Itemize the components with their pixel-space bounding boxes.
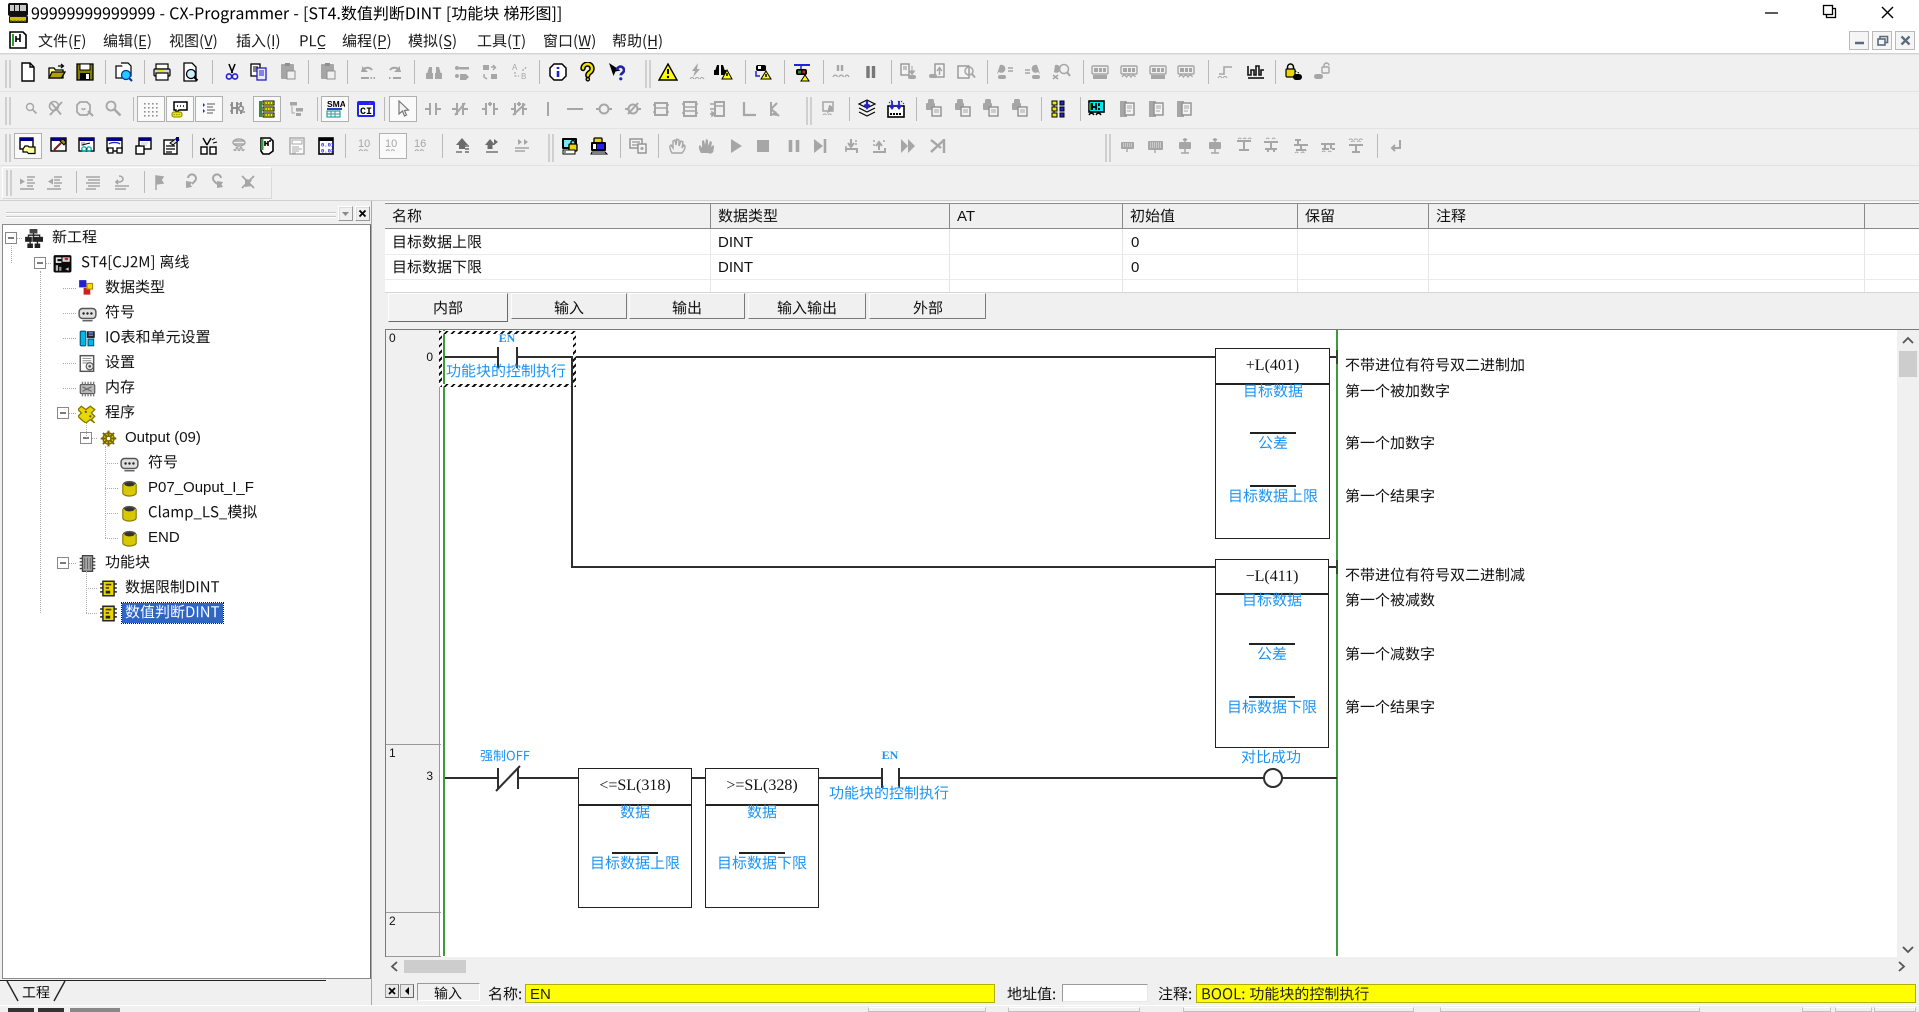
svg-text:B: B <box>521 72 526 81</box>
svg-text:16: 16 <box>414 138 426 150</box>
svg-text:A: A <box>512 63 518 72</box>
svg-text:10: 10 <box>358 138 370 150</box>
svg-text:SMA: SMA <box>327 99 345 109</box>
svg-text:10: 10 <box>385 138 397 150</box>
svg-text:0.02: 0.02 <box>321 148 334 155</box>
svg-text:CI: CI <box>360 107 372 118</box>
